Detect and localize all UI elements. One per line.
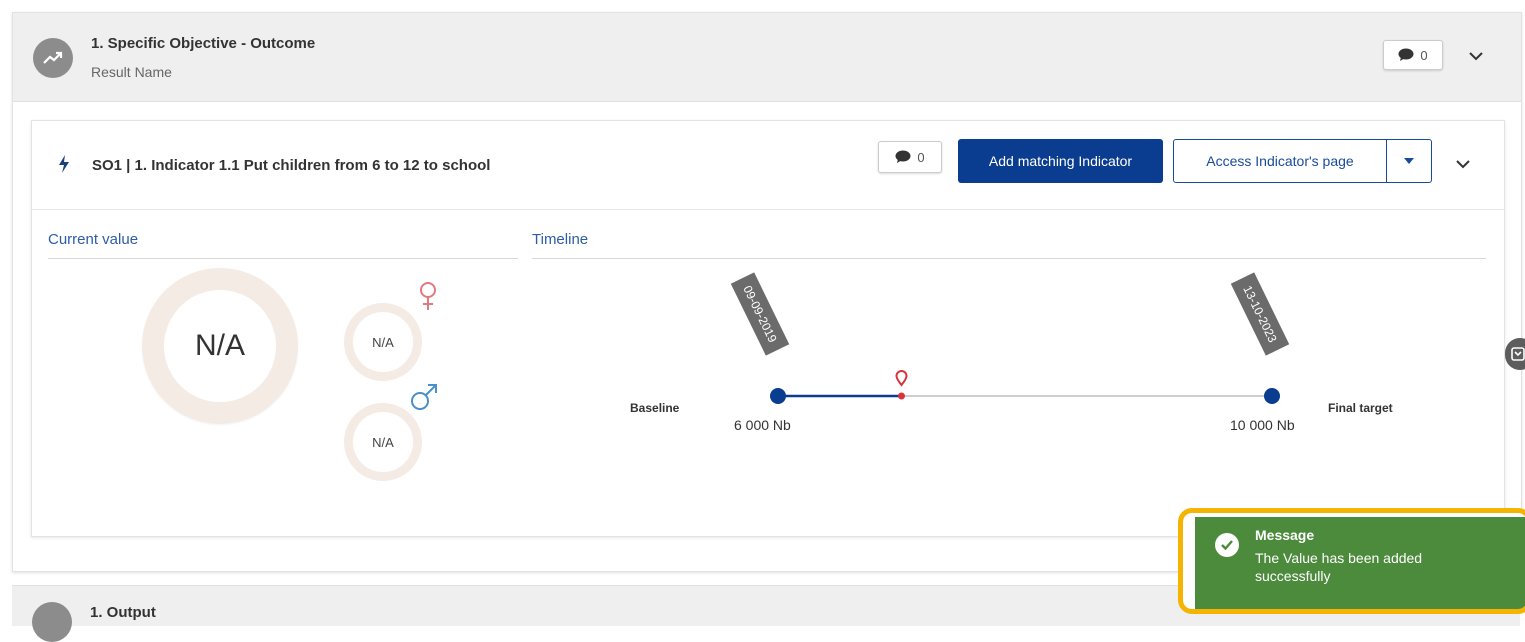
indicator-card: SO1 | 1. Indicator 1.1 Put children from…	[31, 120, 1505, 537]
total-value: N/A	[194, 329, 245, 362]
divider	[532, 258, 1486, 259]
female-icon	[420, 282, 436, 310]
female-value: N/A	[372, 334, 394, 350]
add-matching-indicator-button[interactable]: Add matching Indicator	[958, 139, 1163, 183]
current-value-label: Current value	[48, 231, 139, 248]
side-panel-button[interactable]	[1505, 338, 1525, 370]
male-value-ring: N/A	[344, 403, 422, 481]
toast-title: Message	[1255, 527, 1315, 543]
timeline-track	[770, 370, 1280, 404]
comment-icon	[895, 150, 911, 163]
toast-message: The Value has been added successfully	[1255, 550, 1423, 584]
chevron-down-icon[interactable]	[1452, 153, 1474, 175]
divider	[48, 258, 518, 259]
objective-comment-count: 0	[1420, 47, 1428, 63]
baseline-label: Baseline	[630, 401, 680, 415]
chevron-down-icon[interactable]	[1465, 45, 1487, 67]
female-value-ring: N/A	[344, 303, 422, 381]
final-value: 10 000 Nb	[1230, 417, 1295, 433]
objective-title: 1. Specific Objective - Outcome	[91, 35, 316, 52]
male-value: N/A	[372, 434, 394, 450]
output-title: 1. Output	[90, 604, 156, 621]
baseline-point	[770, 388, 786, 404]
final-target-label: Final target	[1328, 401, 1393, 415]
current-point	[898, 392, 905, 400]
total-value-ring: N/A	[142, 268, 298, 424]
final-date-tag: 13-10-2023	[1230, 272, 1290, 356]
male-icon	[411, 384, 437, 410]
indicator-title: SO1 | 1. Indicator 1.1 Put children from…	[92, 157, 491, 174]
objective-header[interactable]: 1. Specific Objective - Outcome Result N…	[13, 13, 1521, 102]
objective-subtitle: Result Name	[91, 64, 172, 80]
objective-comment-button[interactable]: 0	[1383, 40, 1443, 70]
access-options-dropdown[interactable]	[1386, 139, 1432, 183]
expand-icon	[1511, 347, 1525, 361]
success-toast: Message The Value has been added success…	[1195, 517, 1525, 609]
map-pin-icon	[895, 370, 908, 387]
caret-down-icon	[1404, 158, 1414, 164]
access-indicator-page-button[interactable]: Access Indicator's page	[1173, 139, 1387, 183]
trend-icon	[33, 38, 73, 78]
indicator-comment-count: 0	[917, 149, 925, 165]
bolt-icon	[59, 155, 69, 173]
timeline-label: Timeline	[532, 231, 589, 248]
baseline-value: 6 000 Nb	[734, 417, 791, 433]
check-circle-icon	[1215, 533, 1239, 557]
indicator-header: SO1 | 1. Indicator 1.1 Put children from…	[32, 121, 1504, 210]
final-target-point	[1264, 388, 1280, 404]
toast-highlight: Message The Value has been added success…	[1178, 508, 1525, 614]
objective-card: 1. Specific Objective - Outcome Result N…	[12, 12, 1522, 572]
indicator-comment-button[interactable]: 0	[878, 141, 942, 173]
baseline-date-tag: 09-09-2019	[730, 272, 790, 356]
trend-icon	[32, 602, 72, 642]
comment-icon	[1398, 48, 1414, 61]
